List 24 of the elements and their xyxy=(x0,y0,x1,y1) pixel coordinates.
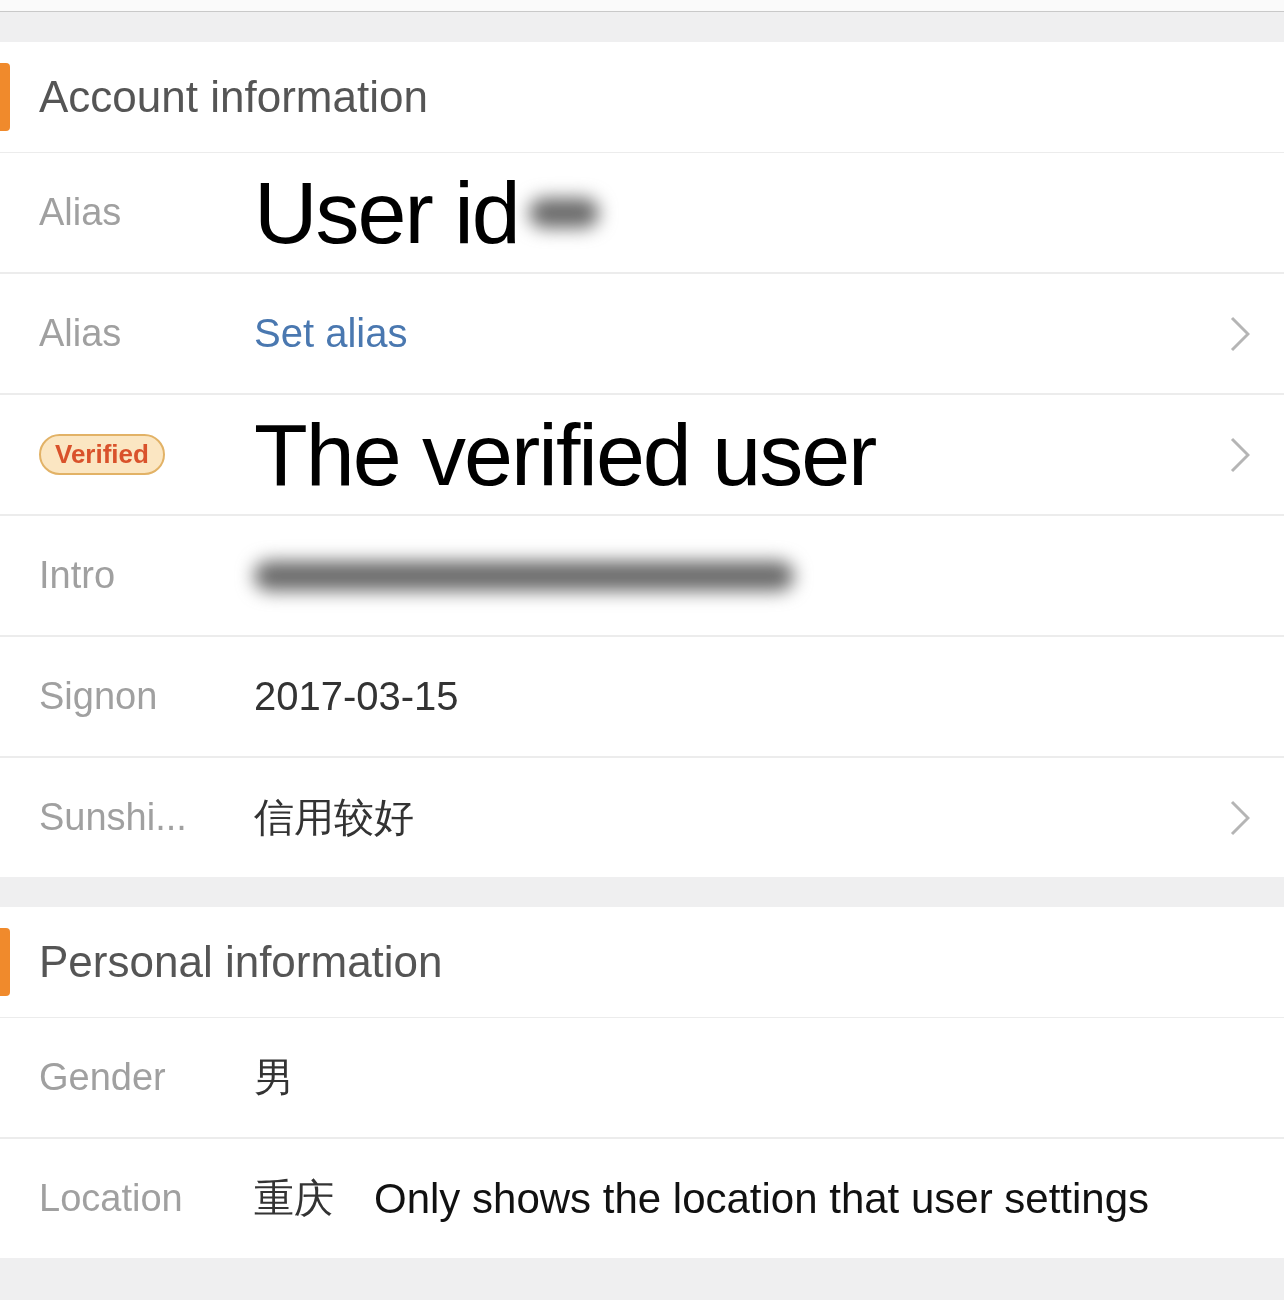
field-label: Alias xyxy=(39,191,122,233)
chevron-right-icon[interactable] xyxy=(1230,799,1250,836)
blurred-text xyxy=(528,197,599,228)
field-label: Intro xyxy=(39,554,116,596)
section-title: Personal information xyxy=(39,937,443,987)
annotation-text: User id xyxy=(254,168,519,257)
field-value: 信用较好 xyxy=(254,794,414,841)
field-label: Sunshi... xyxy=(39,796,187,838)
field-label: Alias xyxy=(39,312,122,354)
annotation-text: Only shows the location that user settings xyxy=(374,1174,1150,1223)
field-label: Gender xyxy=(39,1056,166,1098)
field-label: Signon xyxy=(39,675,158,717)
chevron-right-icon[interactable] xyxy=(1230,436,1250,473)
annotation-text: The verified user xyxy=(254,410,876,499)
field-value: 重庆 xyxy=(254,1175,334,1222)
field-label: Location xyxy=(39,1177,183,1219)
field-value: 男 xyxy=(254,1054,294,1101)
chevron-right-icon[interactable] xyxy=(1230,315,1250,352)
accent-bar xyxy=(0,63,10,131)
field-value: 2017-03-15 xyxy=(254,674,459,719)
section-title: Account information xyxy=(39,72,428,122)
accent-bar xyxy=(0,928,10,996)
verified-badge: Verified xyxy=(39,434,165,475)
set-alias-link[interactable]: Set alias xyxy=(254,311,408,356)
